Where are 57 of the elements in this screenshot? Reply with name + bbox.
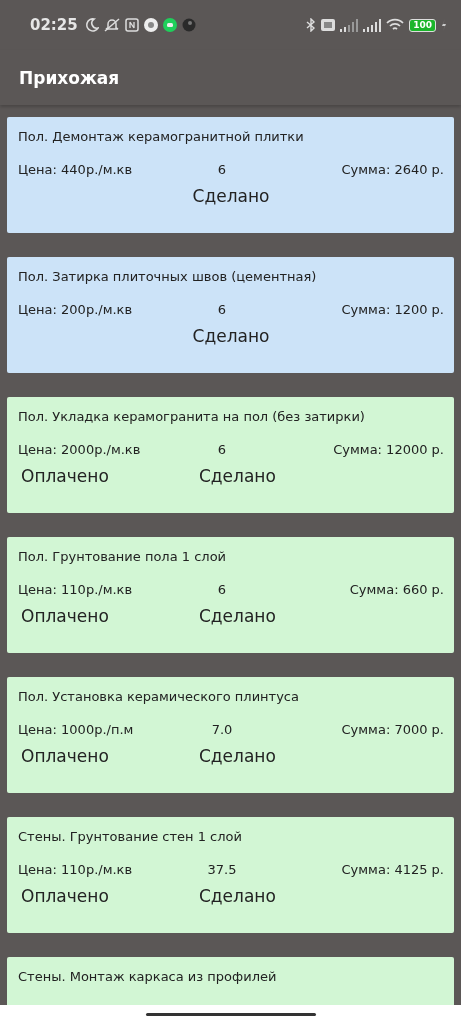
paid-status: Оплачено [20, 886, 110, 906]
work-item-card[interactable]: Пол. Грунтование пола 1 слой Цена: 110р./м.кв 6 Сумма: 660 р. Оплачено Сделано [7, 537, 454, 653]
work-title: Пол. Грунтование пола 1 слой [18, 549, 228, 564]
battery-level: 100 [409, 18, 436, 32]
work-title: Пол. Укладка керамогранита на пол (без затирки) [18, 409, 366, 424]
done-status: Сделано [192, 186, 270, 206]
work-item-card[interactable]: Стены. Монтаж каркаса из профилей [7, 957, 454, 1005]
quantity-text: 6 [217, 582, 228, 597]
done-status: Сделано [192, 326, 270, 346]
sum-text: Сумма: 660 р. [349, 582, 444, 597]
nfc-icon [124, 18, 139, 32]
quantity-text: 37.5 [207, 862, 238, 877]
done-status: Сделано [199, 886, 276, 906]
app-icon [162, 18, 177, 32]
sum-text: Сумма: 7000 р. [341, 722, 444, 737]
work-title: Пол. Установка керамического плинтуса [18, 689, 300, 704]
work-title: Стены. Монтаж каркаса из профилей [18, 969, 278, 984]
price-text: Цена: 110р./м.кв [18, 862, 134, 877]
price-text: Цена: 440р./м.кв [18, 162, 134, 177]
quantity-text: 7.0 [211, 722, 234, 737]
sum-text: Сумма: 1200 р. [341, 302, 444, 317]
price-text: Цена: 2000р./м.кв [18, 442, 142, 457]
price-text: Цена: 1000р./п.м [18, 722, 135, 737]
quantity-text: 6 [217, 442, 228, 457]
sum-text: Сумма: 12000 р. [333, 442, 444, 457]
done-status: Сделано [199, 746, 276, 766]
paid-status: Оплачено [20, 606, 110, 626]
work-title: Стены. Грунтование стен 1 слой [18, 829, 243, 844]
sum-text: Сумма: 2640 р. [341, 162, 444, 177]
paid-status: Оплачено [20, 746, 110, 766]
work-item-card[interactable]: Пол. Демонтаж керамогранитной плитки Цена: 440р./м.кв 6 Сумма: 2640 р. Сделано [7, 117, 454, 233]
moon-icon [84, 18, 99, 32]
done-status: Сделано [199, 466, 276, 486]
work-title: Пол. Затирка плиточных швов (цементная) [18, 269, 318, 284]
price-text: Цена: 200р./м.кв [18, 302, 134, 317]
status-time: 02:25 [30, 16, 78, 34]
work-item-card[interactable]: Пол. Затирка плиточных швов (цементная) Цена: 200р./м.кв 6 Сумма: 1200 р. Сделано [7, 257, 454, 373]
bluetooth-icon [306, 18, 317, 32]
done-status: Сделано [199, 606, 276, 626]
record-icon [143, 18, 158, 32]
signal-icon [363, 18, 382, 32]
quantity-text: 6 [217, 162, 228, 177]
dark-circle-icon [181, 18, 196, 32]
work-item-card[interactable]: Пол. Установка керамического плинтуса Цена: 1000р./п.м 7.0 Сумма: 7000 р. Оплачено Сделано [7, 677, 454, 793]
muted-bell-icon [103, 18, 120, 32]
work-title: Пол. Демонтаж керамогранитной плитки [18, 129, 305, 144]
work-item-card[interactable]: Стены. Грунтование стен 1 слой Цена: 110р./м.кв 37.5 Сумма: 4125 р. Оплачено Сделано [7, 817, 454, 933]
paid-status: Оплачено [20, 466, 110, 486]
home-handle[interactable] [145, 1013, 316, 1016]
price-text: Цена: 110р./м.кв [18, 582, 134, 597]
wifi-icon [386, 18, 405, 32]
work-item-card[interactable]: Пол. Укладка керамогранита на пол (без затирки) Цена: 2000р./м.кв 6 Сумма: 12000 р. Оплачено Сделано [7, 397, 454, 513]
sim-icon [321, 19, 336, 31]
sum-text: Сумма: 4125 р. [341, 862, 444, 877]
quantity-text: 6 [217, 302, 228, 317]
screen-title: Прихожая [19, 67, 120, 88]
signal-icon [340, 18, 359, 32]
